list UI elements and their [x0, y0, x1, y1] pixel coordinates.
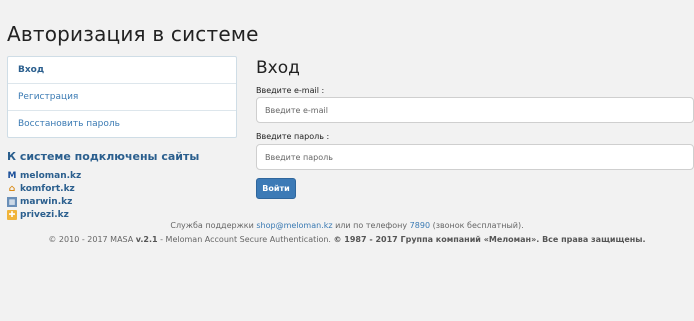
connected-sites-list: M meloman.kz ⌂ komfort.kz ▦ marwin.kz ✚ … [7, 169, 81, 221]
page-title: Авторизация в системе [7, 22, 259, 46]
site-label: privezi.kz [20, 209, 69, 220]
support-suffix: (звонок бесплатный). [430, 221, 524, 230]
password-label: Введите пароль : [256, 132, 330, 141]
support-prefix: Служба поддержки [170, 221, 257, 230]
site-label: marwin.kz [20, 196, 73, 207]
site-label: meloman.kz [20, 170, 82, 181]
version-label: v.2.1 [135, 235, 158, 244]
site-label: komfort.kz [20, 183, 75, 194]
site-link-privezi[interactable]: ✚ privezi.kz [7, 208, 81, 221]
email-field[interactable] [256, 97, 694, 123]
site-link-marwin[interactable]: ▦ marwin.kz [7, 195, 81, 208]
komfort-logo-icon: ⌂ [8, 183, 16, 194]
support-phone-link[interactable]: 7890 [410, 221, 430, 230]
privezi-logo-icon: ✚ [7, 209, 17, 220]
site-link-komfort[interactable]: ⌂ komfort.kz [7, 182, 81, 195]
sidebar-item-login[interactable]: Вход [8, 57, 236, 83]
copyright-mid: - Meloman Account Secure Authentication. [157, 235, 334, 244]
marwin-logo-icon: ▦ [7, 196, 17, 207]
sidebar-nav: Вход Регистрация Восстановить пароль [7, 56, 237, 138]
sidebar-item-restore-password[interactable]: Восстановить пароль [8, 110, 236, 137]
login-button[interactable]: Войти [256, 178, 296, 199]
copyright-plain: © 2010 - 2017 MASA [48, 235, 136, 244]
login-title: Вход [256, 58, 300, 78]
copyright-bold: © 1987 - 2017 Группа компаний «Меломан».… [333, 235, 646, 244]
password-field[interactable] [256, 144, 694, 170]
copyright-line: © 2010 - 2017 MASA v.2.1 - Meloman Accou… [0, 235, 694, 244]
site-link-meloman[interactable]: M meloman.kz [7, 169, 82, 182]
support-email-link[interactable]: shop@meloman.kz [256, 221, 332, 230]
email-label: Введите e-mail : [256, 86, 325, 95]
sidebar-item-register[interactable]: Регистрация [8, 83, 236, 110]
support-mid: или по телефону [332, 221, 410, 230]
support-line: Служба поддержки shop@meloman.kz или по … [0, 221, 694, 230]
connected-sites-title: К системе подключены сайты [7, 150, 200, 163]
meloman-logo-icon: M [7, 170, 17, 181]
